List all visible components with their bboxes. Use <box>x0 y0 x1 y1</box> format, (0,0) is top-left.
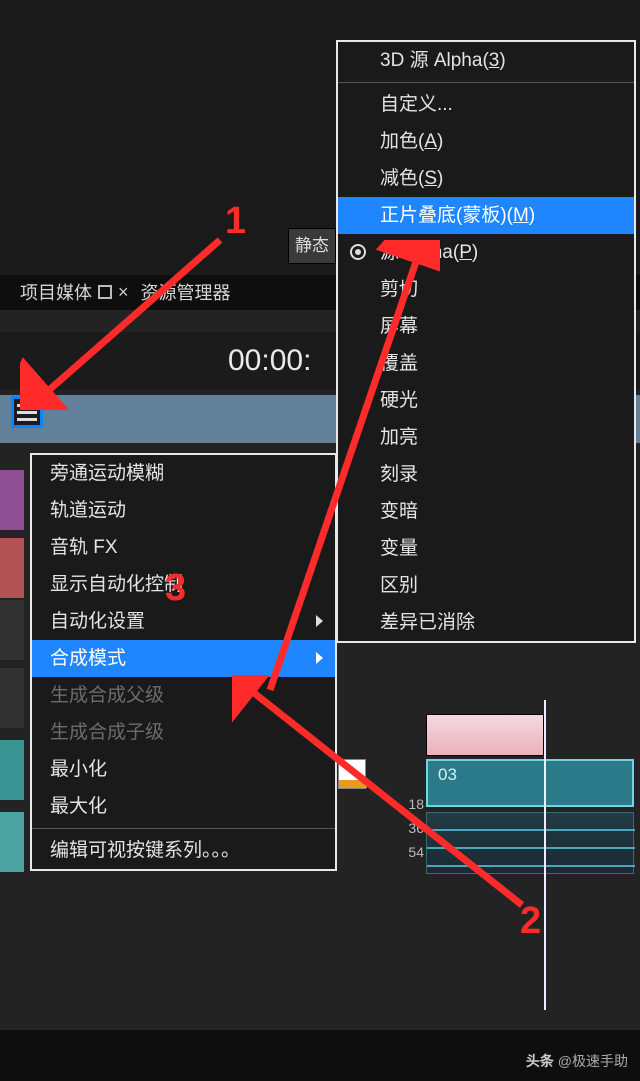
menu-separator <box>32 828 335 829</box>
submenu-difference-label: 区别 <box>380 575 418 596</box>
track-color-7[interactable] <box>0 812 24 872</box>
watermark: 头条 @极速手助 <box>526 1051 628 1071</box>
submenu-3d-source-alpha[interactable]: 3D 源 Alpha(3) <box>338 42 634 79</box>
submenu-darken-label: 变暗 <box>380 501 418 522</box>
track-context-menu: 旁通运动模糊 轨道运动 音轨 FX 显示自动化控制 自动化设置 合成模式 生成合… <box>30 453 337 871</box>
tab-explorer[interactable]: 资源管理器 <box>139 275 233 309</box>
track-menu-button[interactable] <box>11 396 43 428</box>
timecode-value: 00:00: <box>228 344 311 377</box>
menu-audio-fx[interactable]: 音轨 FX <box>32 529 335 566</box>
submenu-difference[interactable]: 区别 <box>338 567 634 604</box>
menu-automation-settings[interactable]: 自动化设置 <box>32 603 335 640</box>
submenu-screen-label: 屏幕 <box>380 316 418 337</box>
submenu-darken[interactable]: 变暗 <box>338 493 634 530</box>
close-icon[interactable]: × <box>118 282 129 303</box>
menu-make-child: 生成合成子级 <box>32 714 335 751</box>
submenu-cut-label: 剪切 <box>380 279 418 300</box>
submenu-arrow-icon <box>316 615 323 627</box>
submenu-overlay[interactable]: 覆盖 <box>338 345 634 382</box>
track-color-2[interactable] <box>0 470 24 530</box>
compositing-mode-submenu: 3D 源 Alpha(3) 自定义... 加色(A) 减色(S) 正片叠底(蒙板… <box>336 40 636 643</box>
menu-edit-visible-buttons-label: 编辑可视按键系列。。。 <box>50 840 240 861</box>
submenu-subtract[interactable]: 减色(S) <box>338 160 634 197</box>
media-bin-icon[interactable] <box>338 759 366 789</box>
menu-make-parent: 生成合成父级 <box>32 677 335 714</box>
menu-track-motion-label: 轨道运动 <box>50 500 126 521</box>
menu-edit-visible-buttons[interactable]: 编辑可视按键系列。。。 <box>32 832 335 869</box>
menu-compositing-mode[interactable]: 合成模式 <box>32 640 335 677</box>
submenu-multiply-mask[interactable]: 正片叠底(蒙板)(M) <box>338 197 634 234</box>
submenu-add[interactable]: 加色(A) <box>338 123 634 160</box>
tick-2: 36 <box>396 816 424 840</box>
submenu-hard-light-label: 硬光 <box>380 390 418 411</box>
menu-show-automation[interactable]: 显示自动化控制 <box>32 566 335 603</box>
submenu-burn-label: 刻录 <box>380 464 418 485</box>
track-color-3[interactable] <box>0 538 24 598</box>
submenu-arrow-icon <box>316 652 323 664</box>
submenu-custom-label: 自定义... <box>380 94 453 115</box>
video-clip-label: 03 <box>438 765 457 784</box>
menu-automation-settings-label: 自动化设置 <box>50 611 145 632</box>
submenu-custom[interactable]: 自定义... <box>338 86 634 123</box>
static-label: 静态 <box>295 236 329 255</box>
menu-minimize[interactable]: 最小化 <box>32 751 335 788</box>
menu-maximize[interactable]: 最大化 <box>32 788 335 825</box>
menu-make-child-label: 生成合成子级 <box>50 722 164 743</box>
menu-show-automation-label: 显示自动化控制 <box>50 574 183 595</box>
static-label-box: 静态 <box>288 228 336 264</box>
tick-3: 54 <box>396 840 424 864</box>
submenu-burn[interactable]: 刻录 <box>338 456 634 493</box>
watermark-suffix: @极速手助 <box>558 1053 628 1069</box>
tab-explorer-label: 资源管理器 <box>141 279 231 305</box>
track-color-6[interactable] <box>0 740 24 800</box>
menu-bypass-motion-blur[interactable]: 旁通运动模糊 <box>32 455 335 492</box>
audio-clip[interactable] <box>426 812 634 874</box>
submenu-diff-squared-label: 差异已消除 <box>380 612 475 633</box>
submenu-cut[interactable]: 剪切 <box>338 271 634 308</box>
video-clip[interactable]: 03 <box>426 759 634 807</box>
menu-track-motion[interactable]: 轨道运动 <box>32 492 335 529</box>
menu-audio-fx-label: 音轨 FX <box>50 537 118 558</box>
submenu-dodge[interactable]: 加亮 <box>338 419 634 456</box>
track-color-4[interactable] <box>0 600 24 660</box>
menu-bypass-motion-blur-label: 旁通运动模糊 <box>50 463 164 484</box>
watermark-prefix: 头条 <box>526 1053 554 1069</box>
submenu-screen[interactable]: 屏幕 <box>338 308 634 345</box>
video-clip-thumbnail[interactable] <box>426 714 544 756</box>
menu-minimize-label: 最小化 <box>50 759 107 780</box>
submenu-hard-light[interactable]: 硬光 <box>338 382 634 419</box>
submenu-diff-squared[interactable]: 差异已消除 <box>338 604 634 641</box>
submenu-overlay-label: 覆盖 <box>380 353 418 374</box>
submenu-source-alpha[interactable]: 源 Alpha(P) <box>338 234 634 271</box>
track-color-5[interactable] <box>0 668 24 728</box>
timeline-playhead[interactable] <box>544 700 546 1010</box>
submenu-dodge-label: 加亮 <box>380 427 418 448</box>
tick-1: 18 <box>396 792 424 816</box>
tab-project-media-label: 项目媒体 <box>20 279 92 305</box>
menu-separator <box>338 82 634 83</box>
menu-maximize-label: 最大化 <box>50 796 107 817</box>
submenu-lighten[interactable]: 变量 <box>338 530 634 567</box>
menu-compositing-mode-label: 合成模式 <box>50 648 126 669</box>
menu-make-parent-label: 生成合成父级 <box>50 685 164 706</box>
submenu-lighten-label: 变量 <box>380 538 418 559</box>
waveform-ticks: 18 36 54 <box>396 792 424 864</box>
maximize-icon[interactable] <box>98 285 112 299</box>
radio-checked-icon <box>350 244 366 260</box>
tab-project-media[interactable]: 项目媒体 × <box>18 275 131 309</box>
